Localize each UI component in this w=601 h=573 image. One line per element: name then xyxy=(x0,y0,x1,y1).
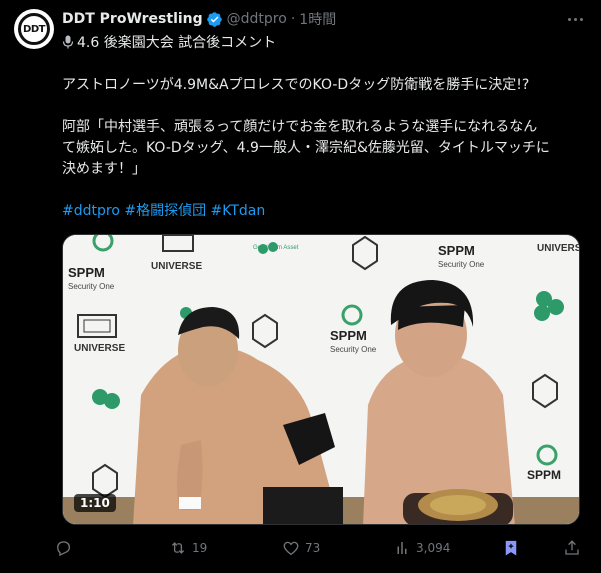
verified-badge-icon[interactable] xyxy=(206,11,223,28)
like-icon xyxy=(283,541,299,556)
handle[interactable]: @ddtpro xyxy=(227,11,287,27)
video-frame: UNIVERSE Good Com Asset SPPM Security On… xyxy=(63,235,580,524)
share-button[interactable] xyxy=(563,536,581,560)
svg-text:SPPM: SPPM xyxy=(438,243,475,258)
timestamp[interactable]: 1時間 xyxy=(299,9,336,29)
svg-text:SPPM: SPPM xyxy=(68,265,105,280)
retweet-count: 19 xyxy=(192,541,208,555)
tweet-line: 4.6 後楽園大会 試合後コメント xyxy=(62,33,587,54)
retweet-button[interactable]: 19 xyxy=(169,536,207,560)
svg-text:UNIVERSE: UNIVERSE xyxy=(537,243,580,254)
reply-icon xyxy=(57,541,71,557)
display-name[interactable]: DDT ProWrestling xyxy=(62,11,203,27)
tweet-text: 4.6 後楽園大会 試合後コメント アストロノーツが4.9M&AプロレスでのKO… xyxy=(62,33,587,222)
bookmark-button[interactable] xyxy=(502,536,520,560)
hashtag-link[interactable]: #KTdan xyxy=(211,203,266,219)
tweet-header: DDT ProWrestling @ddtpro · 1時間 xyxy=(62,9,561,29)
retweet-icon xyxy=(171,542,185,554)
tweet-line: 阿部「中村選手、頑張るって顔だけでお金を取れるような選手になれるなん xyxy=(62,119,538,135)
svg-text:UNIVERSE: UNIVERSE xyxy=(151,261,202,272)
svg-text:SPPM: SPPM xyxy=(330,328,367,343)
like-button[interactable]: 73 xyxy=(282,536,320,560)
svg-text:SPPM: SPPM xyxy=(527,468,561,482)
video-duration: 1:10 xyxy=(74,494,116,512)
hashtag-link[interactable]: #格闘探偵団 xyxy=(124,203,206,219)
svg-text:Security One: Security One xyxy=(438,260,485,269)
video-player[interactable]: UNIVERSE Good Com Asset SPPM Security On… xyxy=(62,234,580,525)
mic-icon xyxy=(62,35,74,49)
tweet-line: て嫉妬した。KO-Dタッグ、4.9一般人・澤宗紀&佐藤光留、タイトルマッチに xyxy=(62,140,550,156)
action-bar: 19 73 3,094 xyxy=(54,536,586,560)
svg-text:UNIVERSE: UNIVERSE xyxy=(74,343,125,354)
reply-button[interactable] xyxy=(54,536,77,560)
views-count: 3,094 xyxy=(416,541,451,555)
bookmark-icon xyxy=(505,540,517,556)
separator-dot: · xyxy=(290,11,296,27)
hashtags: #ddtpro #格闘探偵団 #KTdan xyxy=(62,201,587,222)
share-icon xyxy=(565,540,579,555)
views-button[interactable]: 3,094 xyxy=(393,536,450,560)
tweet[interactable]: DDT DDT ProWrestling @ddtpro · 1時間 4.6 後… xyxy=(0,0,601,573)
tweet-line: アストロノーツが4.9M&AプロレスでのKO-Dタッグ防衛戦を勝手に決定!? xyxy=(62,77,530,93)
views-icon xyxy=(397,542,407,554)
more-icon[interactable] xyxy=(565,11,585,27)
ddt-logo: DDT xyxy=(18,13,50,45)
svg-text:Security One: Security One xyxy=(68,282,115,291)
tweet-line: 決めます！」 xyxy=(62,161,146,177)
avatar[interactable]: DDT xyxy=(14,9,54,49)
svg-text:Good Com Asset: Good Com Asset xyxy=(253,245,299,251)
svg-text:Security One: Security One xyxy=(330,345,377,354)
hashtag-link[interactable]: #ddtpro xyxy=(62,203,120,219)
like-count: 73 xyxy=(305,541,321,555)
